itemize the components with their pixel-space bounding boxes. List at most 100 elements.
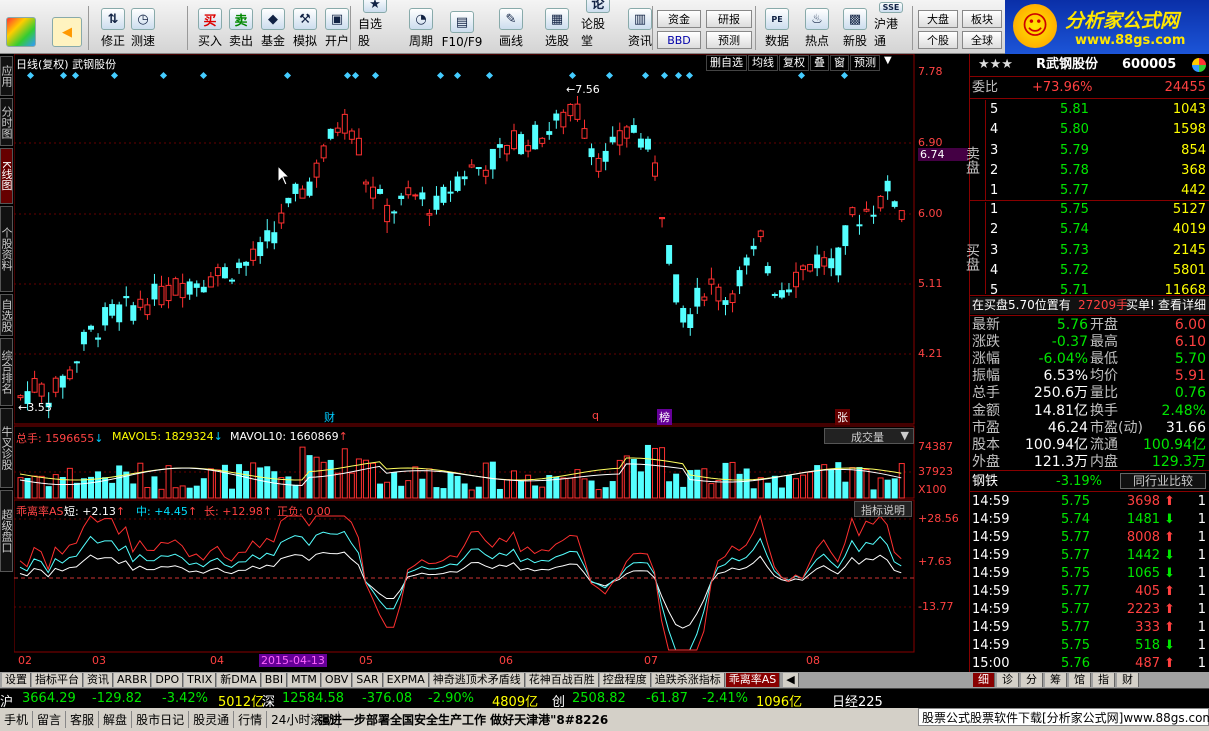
indicator-name: 乖离率AS [16,505,64,518]
volume-bar [518,480,525,499]
volume-bar [757,477,764,499]
chart-menu-item-3[interactable]: 叠 [810,55,829,71]
indicator-tab-13[interactable]: 花神百战百胜 [525,673,599,687]
indicator-tab-0[interactable]: 设置 [2,673,31,687]
candle-body [800,265,807,271]
chart-menu-item-1[interactable]: 均线 [748,55,778,71]
indicator-tab-6[interactable]: 新DMA [217,673,261,687]
view-detail-link[interactable]: 查看详细 [1158,297,1206,314]
market-button[interactable]: 大盘 [918,10,958,28]
toolbar-select-button[interactable]: ▦ 选股 [540,4,574,52]
sector-button[interactable]: 板块 [962,10,1002,28]
toolbar-button-label: 基金 [260,34,285,48]
research-button[interactable]: 研报 [706,10,752,28]
left-tab-1[interactable]: 分时图 [0,98,13,146]
toolbar-fund-button[interactable]: ◆ 基金 [256,4,290,52]
event-mark[interactable]: 张 [835,409,850,425]
toolbar-hot-button[interactable]: ♨ 热点 [800,4,834,52]
volume-bar [88,476,94,499]
chart-menu-item-4[interactable]: 窗 [830,55,849,71]
right-panel-tab-5[interactable]: 指 [1093,673,1115,687]
signal-diamond [436,71,445,80]
left-tab-7[interactable]: 超级盘口 [0,490,13,572]
volume-dropdown[interactable]: 成交量 ▼ [824,428,914,444]
index-ticker-item: -2.41% [702,691,748,706]
left-tab-3[interactable]: 个股资料 [0,206,13,292]
toolbar-forum-button[interactable]: 论论股堂 [581,0,615,52]
indicator-tab-9[interactable]: OBV [321,673,353,687]
status-item-1[interactable]: 留言 [33,711,67,728]
right-panel-tab-3[interactable]: 筹 [1045,673,1067,687]
toolbar-up-down-button[interactable]: ⇅ 修正 [96,4,130,52]
indicator-desc-button[interactable]: 指标说明 [854,501,912,517]
toolbar-hk-connect-button[interactable]: SSE 沪港通 [874,2,908,52]
indicator-tab-15[interactable]: 追跌杀涨指标 [651,673,725,687]
toolbar-f10-button[interactable]: ▤ F10/F9 [442,4,482,52]
status-item-3[interactable]: 解盘 [99,711,133,728]
pencil-icon: ✎ [499,8,523,30]
toolbar-star-button[interactable]: ★ 自选股 [358,0,392,52]
tab-scroll-left-icon[interactable]: ◀ [783,673,799,687]
candle-body [630,125,637,133]
status-item-5[interactable]: 股灵通 [189,711,235,728]
status-item-4[interactable]: 股市日记 [132,711,190,728]
volume-bar [630,458,637,499]
indicator-tab-14[interactable]: 控盘程度 [599,673,651,687]
kline-chart-area[interactable]: 日线(复权) 武钢股份 删自选 均线 复权叠窗预测 ▼ ←7.56 ←3.53 总手:… [14,54,969,672]
home-button[interactable] [6,4,36,52]
toolbar-hammer-button[interactable]: ⚒ 模拟 [288,4,322,52]
right-panel-tab-1[interactable]: 诊 [997,673,1019,687]
toolbar-cycle-button[interactable]: ◔ 周期 [404,4,438,52]
event-mark[interactable]: 榜 [657,409,672,425]
toolbar-newstock-button[interactable]: ▩ 新股 [838,4,872,52]
chart-menu-chevron-icon[interactable]: ▼ [881,55,895,71]
right-panel-tab-4[interactable]: 馆 [1069,673,1091,687]
chart-menu-item-5[interactable]: 预测 [850,55,880,71]
status-item-2[interactable]: 客服 [66,711,100,728]
left-tab-2[interactable]: K线图 [0,148,13,204]
chart-menu-item-0[interactable]: 删自选 [706,55,747,71]
indicator-tab-12[interactable]: 神奇逃顶术矛盾线 [429,673,525,687]
chart-menu-item-2[interactable]: 复权 [779,55,809,71]
left-tab-0[interactable]: 应用 [0,56,13,96]
big-order-notice[interactable]: 在买盘5.70位置有 27209手 买单! 查看详细 [970,297,1209,314]
event-mark[interactable]: q [590,409,601,422]
industry-compare-button[interactable]: 同行业比较 [1120,473,1206,489]
left-tab-6[interactable]: 牛叉诊股 [0,408,13,488]
global-button[interactable]: 全球 [962,31,1002,49]
pie-icon[interactable] [1192,58,1206,72]
status-item-6[interactable]: 行情 [234,711,268,728]
indicator-tab-1[interactable]: 指标平台 [32,673,83,687]
status-item-0[interactable]: 手机 [0,711,34,728]
toolbar-pe-button[interactable]: PE 数据 [760,4,794,52]
indicator-tab-8[interactable]: MTM [288,673,321,687]
right-panel-tab-2[interactable]: 分 [1021,673,1043,687]
candle-body [229,279,235,282]
indicator-tab-2[interactable]: 资讯 [84,673,113,687]
forecast-button[interactable]: 预测 [706,31,752,49]
left-tab-4[interactable]: 自选股 [0,294,13,336]
left-tab-5[interactable]: 综合排名 [0,338,13,406]
indicator-tab-3[interactable]: ARBR [114,673,152,687]
right-panel-tab-6[interactable]: 财 [1117,673,1139,687]
indicator-tab-4[interactable]: DPO [152,673,184,687]
toolbar-clock-button[interactable]: ◷ 测速 [126,4,160,52]
indicator-tab-11[interactable]: EXPMA [383,673,429,687]
indicator-tab-5[interactable]: TRIX [184,673,217,687]
toolbar-buy-button[interactable]: 买买入 [193,4,227,52]
indicator-tab-10[interactable]: SAR [353,673,383,687]
event-mark[interactable]: 财 [322,409,337,425]
candle-body [814,254,821,269]
zijin-button[interactable]: 资金 [657,10,701,28]
bbd-button[interactable]: BBD [657,31,701,49]
toolbar-pencil-button[interactable]: ✎ 画线 [494,4,528,52]
toolbar-sell-button[interactable]: 卖卖出 [224,4,258,52]
indicator-tab-7[interactable]: BBI [261,673,288,687]
news-ticker[interactable]: 强进一步部署全国安全生产工作 做好天津港"8#8226 [318,711,608,728]
back-button[interactable]: ◀ [52,4,82,52]
toolbar-separator [350,6,351,50]
toolbar-lock-button[interactable]: ▣ 开户 [320,4,354,52]
right-panel-tab-0[interactable]: 细 [973,673,995,687]
indicator-tab-16[interactable]: 乖离率AS [725,673,781,687]
stock-button[interactable]: 个股 [918,31,958,49]
